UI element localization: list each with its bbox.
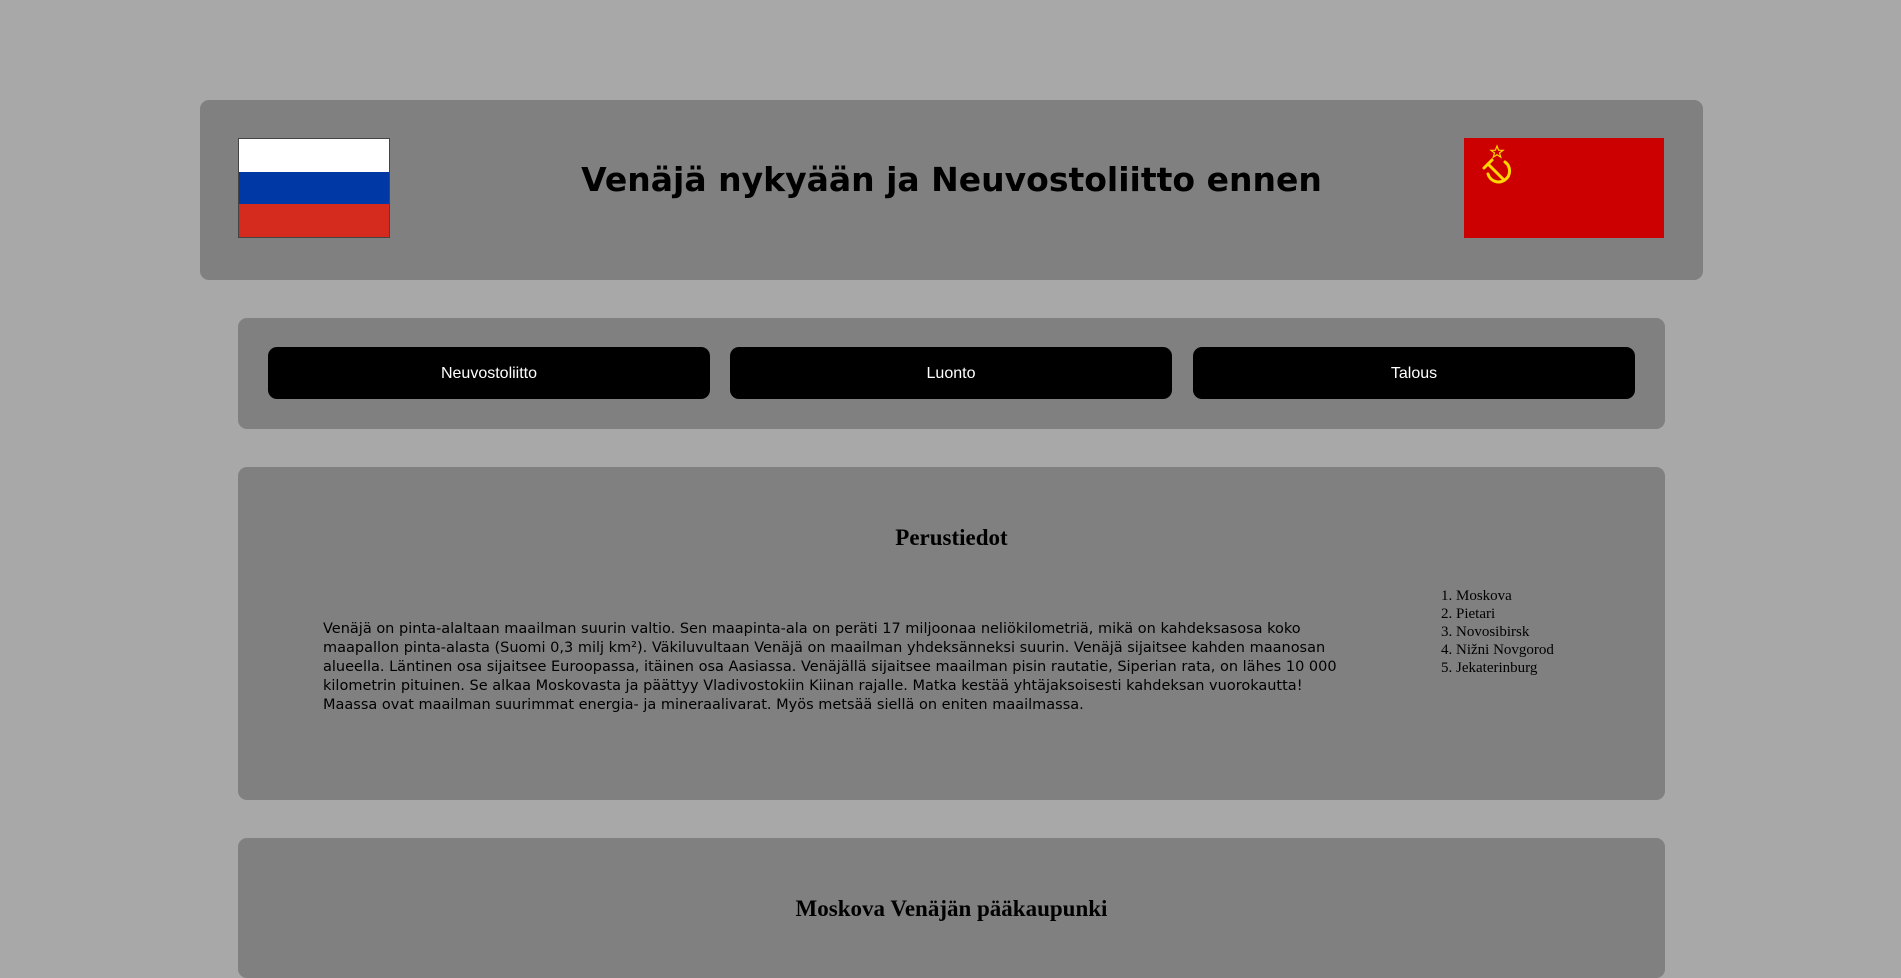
- city-list-item: Pietari: [1456, 605, 1554, 623]
- basics-section: Perustiedot Venäjä on pinta-alaltaan maa…: [238, 467, 1665, 800]
- flag-stripe-red: [239, 204, 389, 237]
- largest-cities-list: Moskova Pietari Novosibirsk Nižni Novgor…: [1426, 587, 1554, 677]
- moscow-title: Moskova Venäjän pääkaupunki: [795, 896, 1108, 921]
- basics-title: Perustiedot: [895, 525, 1008, 550]
- city-list-item: Jekaterinburg: [1456, 659, 1554, 677]
- nav-button-talous[interactable]: Talous: [1193, 347, 1635, 399]
- nav-button-luonto[interactable]: Luonto: [730, 347, 1172, 399]
- city-list-item: Nižni Novgorod: [1456, 641, 1554, 659]
- city-list-item: Novosibirsk: [1456, 623, 1554, 641]
- moscow-section: Moskova Venäjän pääkaupunki: [238, 838, 1665, 978]
- page-header: Venäjä nykyään ja Neuvostoliitto ennen: [200, 100, 1703, 280]
- soviet-union-flag-image: [1464, 138, 1664, 238]
- city-list-item: Moskova: [1456, 587, 1554, 605]
- basics-paragraph: Venäjä on pinta-alaltaan maailman suurin…: [323, 621, 1337, 713]
- nav-button-neuvostoliitto[interactable]: Neuvostoliitto: [268, 347, 710, 399]
- main-navigation: Neuvostoliitto Luonto Talous: [238, 318, 1665, 429]
